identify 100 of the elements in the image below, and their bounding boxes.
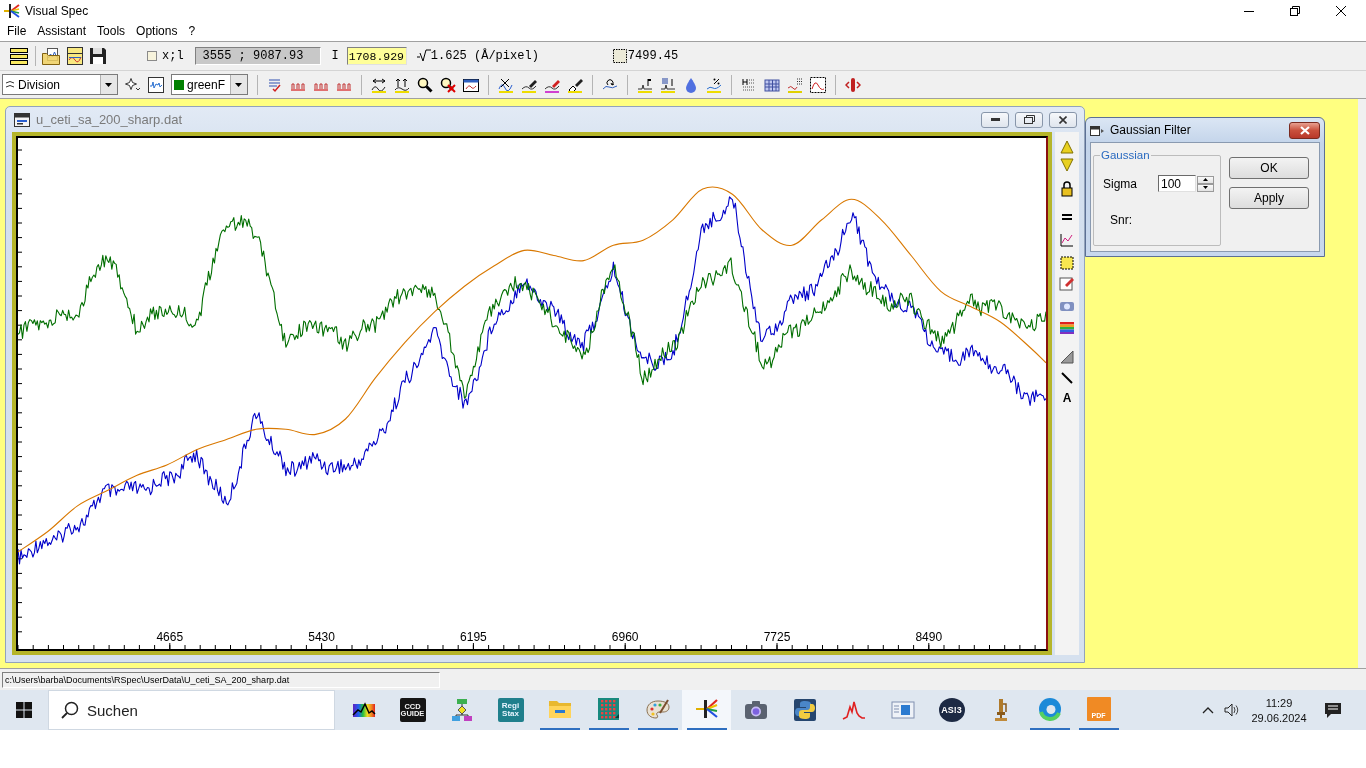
profile-dropdown[interactable]: greenF	[171, 74, 248, 95]
axis-tick-label: 7725	[763, 630, 791, 644]
line-chart-icon[interactable]	[1059, 232, 1075, 248]
dialog-button[interactable]: OK	[1229, 157, 1309, 179]
start-icon	[16, 702, 32, 718]
app-logo: Regi Stax	[497, 698, 524, 722]
spin-down-button[interactable]	[1197, 183, 1214, 192]
up-arrows-curve-icon[interactable]	[394, 76, 410, 93]
menu-item[interactable]: ?	[188, 24, 196, 38]
text-tool-button[interactable]: A	[1062, 391, 1072, 405]
triangle-down-icon[interactable]	[1059, 157, 1075, 173]
up-arrow-icon[interactable]	[1203, 178, 1208, 181]
list-check-icon[interactable]	[267, 76, 283, 93]
cross-curve-icon[interactable]	[498, 76, 514, 93]
group-title: Gaussian	[1100, 149, 1151, 161]
arc-lines-icon	[5, 79, 15, 90]
field-label: Snr:	[1110, 213, 1132, 227]
magnifier-cross-icon[interactable]	[440, 76, 456, 93]
close-icon[interactable]	[1059, 115, 1067, 124]
table-icon[interactable]	[741, 76, 757, 93]
selection-square-icon[interactable]	[1059, 255, 1075, 271]
close-button[interactable]	[1049, 111, 1077, 128]
triangle-up-icon[interactable]	[1059, 139, 1075, 155]
checkbox[interactable]	[147, 51, 157, 61]
grid-icon[interactable]	[764, 76, 780, 93]
line-tool-icon[interactable]	[1059, 370, 1075, 386]
menu-item[interactable]: File	[7, 24, 27, 38]
notification-icon[interactable]	[1324, 701, 1342, 719]
dispersion-icon	[416, 49, 431, 63]
double-arrow-curve-icon[interactable]	[371, 76, 387, 93]
interlocked-shapes-icon	[792, 698, 817, 722]
field-label: Sigma	[1103, 176, 1137, 191]
dialog-icon	[1090, 124, 1105, 136]
intensity-label: I	[331, 49, 339, 63]
peak-marker-icon[interactable]	[637, 76, 653, 93]
palette-icon	[645, 697, 670, 721]
padlock-icon[interactable]	[1059, 181, 1075, 197]
search-icon	[61, 701, 79, 719]
ramp-icon[interactable]	[1059, 349, 1075, 365]
axis-tick-label: 5430	[308, 630, 335, 644]
split-arrows-icon[interactable]	[845, 76, 861, 93]
minimize-icon[interactable]	[990, 118, 1000, 121]
menu-item[interactable]: Assistant	[37, 24, 87, 38]
axis-tick-label: 6960	[611, 630, 639, 644]
axis-tick-label: 6195	[460, 630, 487, 644]
taskbar-app-button[interactable]	[682, 690, 731, 730]
sparkle-icon[interactable]	[125, 76, 141, 93]
pencil-box-icon[interactable]	[1059, 275, 1075, 291]
ring-icon	[1037, 697, 1062, 721]
operation-dropdown[interactable]: Division	[2, 74, 118, 95]
brush-icon[interactable]	[567, 76, 583, 93]
minimize-button[interactable]	[981, 111, 1009, 128]
framed-curve-icon[interactable]	[810, 76, 826, 93]
restore-icon[interactable]	[1023, 115, 1035, 124]
waveform-icon[interactable]	[148, 76, 164, 93]
magnifier-icon[interactable]	[417, 76, 433, 93]
ratio-curve-icon[interactable]	[706, 76, 722, 93]
search-input[interactable]: Suchen	[87, 698, 307, 722]
restore-icon[interactable]	[1290, 5, 1300, 16]
menu-item[interactable]: Options	[136, 24, 178, 38]
menu-item[interactable]: Tools	[97, 24, 126, 38]
taskbar-app-button[interactable]: AS!3	[927, 690, 976, 730]
dot-grid-icon	[596, 697, 621, 721]
rainbow-icon[interactable]	[1059, 319, 1075, 335]
coordinate-readout: 3555 ; 9087.93	[194, 47, 321, 65]
window-title: Visual Spec	[25, 3, 89, 18]
window-title: u_ceti_sa_200_sharp.dat	[36, 112, 182, 127]
spin-up-button[interactable]	[1197, 175, 1214, 184]
document-chart-icon[interactable]	[66, 47, 84, 65]
camera-icon	[743, 698, 768, 722]
search-field[interactable]: Suchen	[48, 690, 335, 730]
close-icon[interactable]	[1336, 5, 1346, 16]
dispersion-text: 1.625 (Å/pixel)	[430, 49, 539, 63]
app-logo-icon	[4, 2, 20, 19]
intensity-readout: 1708.929	[346, 47, 407, 65]
stacked-bars-icon[interactable]	[9, 46, 29, 66]
speaker-icon[interactable]	[1224, 702, 1240, 718]
status-path: c:\Users\barba\Documents\RSpec\UserData\U_ceti_SA_200_sharp.dat	[2, 671, 440, 688]
clock-time: 11:29	[1265, 696, 1293, 709]
down-arrow-icon[interactable]	[1203, 186, 1208, 189]
window-chart-icon[interactable]	[463, 76, 479, 93]
restore-button[interactable]	[1015, 111, 1043, 128]
curve-list-icon[interactable]	[787, 76, 803, 93]
dotted-box-icon	[612, 49, 627, 63]
toggle-label: x;l	[162, 49, 184, 63]
chevron-up-icon[interactable]	[1202, 706, 1214, 714]
flowchart-icon	[449, 698, 474, 722]
list-peak-icon[interactable]	[660, 76, 676, 93]
open-folder-icon[interactable]	[42, 47, 60, 65]
box-readout: 7499.45	[627, 49, 679, 63]
dialog-button[interactable]: Apply	[1229, 187, 1309, 209]
close-button[interactable]	[1289, 121, 1320, 139]
axis-tick-label: 8490	[915, 630, 943, 644]
save-icon[interactable]	[89, 47, 107, 65]
drop-icon[interactable]	[683, 76, 699, 93]
sigma-input[interactable]: 100	[1158, 175, 1196, 192]
dialog-title: Gaussian Filter	[1110, 123, 1191, 137]
clock-date: 29.06.2024	[1251, 711, 1307, 724]
taskbar-app-button[interactable]: Regi Stax	[486, 690, 535, 730]
color-swatch-icon	[174, 79, 184, 90]
